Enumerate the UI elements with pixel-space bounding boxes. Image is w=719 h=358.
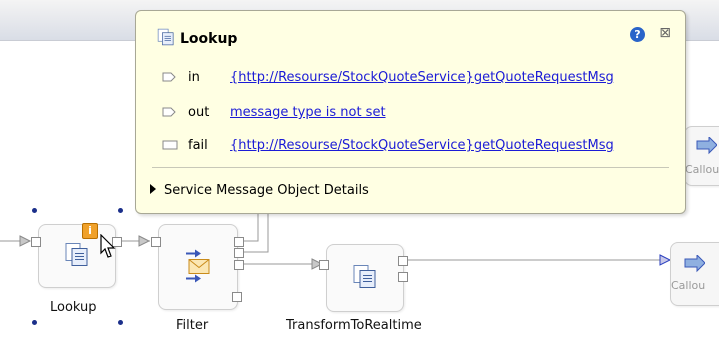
out-message-type-link[interactable]: message type is not set [230, 105, 386, 120]
out-terminal-icon [162, 106, 176, 121]
in-terminal-icon [162, 71, 176, 86]
filter-out-terminal-3[interactable] [234, 260, 244, 270]
filter-out-terminal-1[interactable] [234, 237, 244, 247]
popup-divider [152, 167, 669, 168]
lookup-node-label: Lookup [50, 300, 97, 315]
lookup-node-icon [63, 242, 91, 271]
smo-details-label: Service Message Object Details [164, 183, 369, 198]
wire-arrow [19, 235, 32, 247]
wire-arrow-active [659, 254, 672, 266]
transform-node-label: TransformToRealtime [286, 318, 422, 333]
selection-handle-tl[interactable] [32, 208, 37, 213]
transform-node[interactable] [326, 244, 404, 312]
terminal-row-out: out message type is not set [136, 103, 685, 123]
help-icon[interactable]: ? [630, 27, 645, 42]
terminal-kind-fail: fail [188, 138, 208, 153]
callout-bottom-label: Callou [671, 279, 706, 292]
selection-handle-bl[interactable] [32, 320, 37, 325]
expand-triangle-icon [150, 184, 156, 194]
terminal-row-fail: fail {http://Resourse/StockQuoteService}… [136, 136, 685, 156]
terminal-kind-in: in [188, 70, 200, 85]
callout-node-top[interactable]: Callou [684, 126, 719, 186]
fail-terminal-icon [162, 139, 178, 154]
in-message-type-link[interactable]: {http://Resourse/StockQuoteService}getQu… [230, 70, 614, 85]
lookup-in-terminal[interactable] [31, 237, 41, 247]
filter-node-label: Filter [176, 318, 209, 333]
mouse-pointer-icon [100, 233, 120, 263]
filter-envelope-icon [183, 249, 213, 286]
filter-out-terminal-2[interactable] [234, 248, 244, 258]
wire-arrow [138, 235, 151, 247]
wire-filter-up [243, 212, 259, 242]
wire-filter-up2 [243, 212, 269, 253]
transform-fail-terminal[interactable] [398, 272, 408, 282]
selection-handle-br[interactable] [118, 320, 123, 325]
terminal-row-in: in {http://Resourse/StockQuoteService}ge… [136, 68, 685, 88]
lookup-title-icon [156, 27, 176, 50]
callout-arrow-icon [683, 253, 706, 276]
filter-in-terminal[interactable] [151, 237, 161, 247]
terminal-kind-out: out [188, 105, 210, 120]
smo-details-expander[interactable]: Service Message Object Details [150, 183, 369, 198]
callout-top-label: Callou [685, 163, 719, 176]
transform-out-terminal[interactable] [398, 256, 408, 266]
filter-node[interactable] [158, 224, 238, 310]
callout-node-bottom[interactable]: Callou [670, 242, 719, 306]
popup-title: Lookup [180, 31, 238, 47]
selection-handle-tr[interactable] [118, 208, 123, 213]
transform-in-terminal[interactable] [319, 260, 329, 270]
callout-arrow-icon [695, 135, 718, 158]
transform-node-icon [351, 264, 379, 293]
close-icon[interactable]: ⊠ [659, 25, 671, 41]
info-badge-icon[interactable]: i [82, 223, 98, 239]
node-details-popup: Lookup ? ⊠ in {http://Resourse/StockQuot… [135, 10, 686, 214]
filter-fail-terminal[interactable] [232, 292, 242, 302]
fail-message-type-link[interactable]: {http://Resourse/StockQuoteService}getQu… [230, 138, 614, 153]
